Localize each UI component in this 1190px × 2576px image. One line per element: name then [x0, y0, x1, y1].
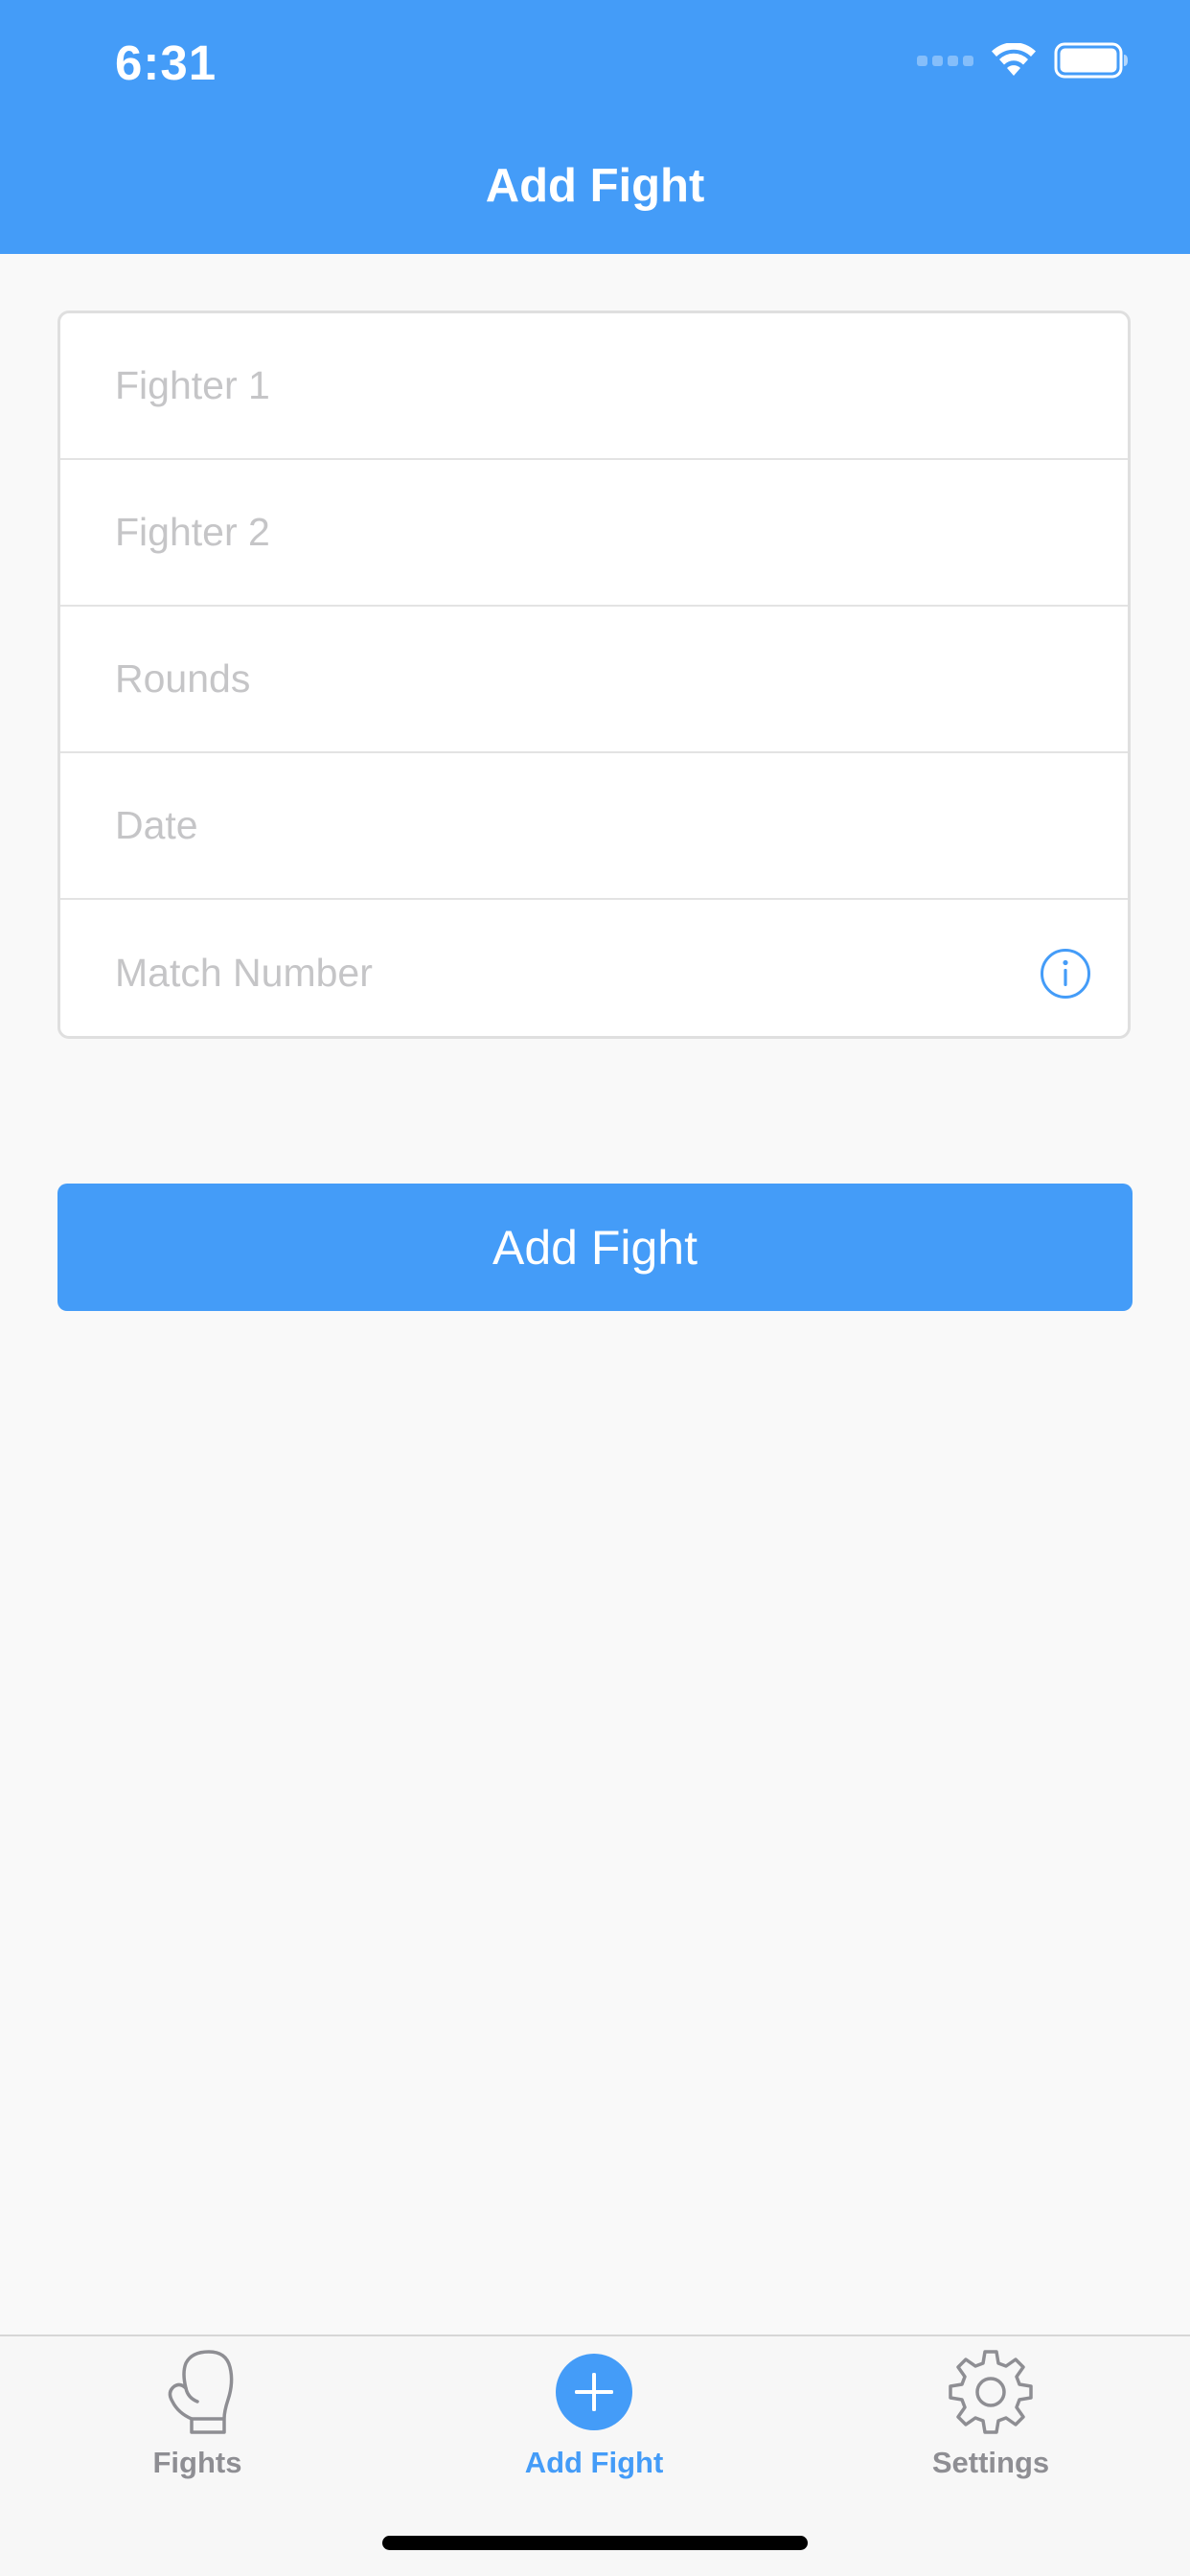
- add-fight-button[interactable]: Add Fight: [57, 1184, 1133, 1311]
- tab-label-settings: Settings: [931, 2446, 1050, 2479]
- status-time: 6:31: [115, 35, 217, 90]
- form-row-date: [60, 753, 1128, 900]
- wifi-icon: [992, 43, 1036, 76]
- tab-settings[interactable]: Settings: [847, 2336, 1134, 2499]
- tab-label-fights: Fights: [152, 2446, 242, 2479]
- match-number-input[interactable]: [115, 900, 1016, 1036]
- gear-icon: [949, 2350, 1033, 2434]
- tab-label-add-fight: Add Fight: [524, 2446, 664, 2479]
- fighter-1-input[interactable]: [115, 313, 1016, 458]
- form-row-match-number: [60, 900, 1128, 1036]
- rounds-input[interactable]: [115, 607, 1016, 751]
- home-indicator[interactable]: [382, 2536, 808, 2550]
- date-input[interactable]: [115, 753, 1016, 898]
- page-title: Add Fight: [485, 160, 705, 212]
- battery-icon: [1054, 42, 1128, 79]
- boxing-glove-icon: [168, 2350, 234, 2434]
- tab-fights[interactable]: Fights: [54, 2336, 341, 2499]
- cellular-signal-icon: [917, 55, 973, 66]
- info-icon[interactable]: [1040, 948, 1091, 1000]
- form-row-fighter-1: [60, 313, 1128, 460]
- form-row-rounds: [60, 607, 1128, 753]
- status-indicators: [917, 42, 1129, 79]
- tab-add-fight[interactable]: Add Fight: [450, 2336, 738, 2499]
- form-row-fighter-2: [60, 460, 1128, 607]
- plus-circle-icon: [556, 2354, 632, 2430]
- fight-form: [57, 310, 1131, 1039]
- header-bar: 6:31 Add Fight: [0, 0, 1190, 254]
- fighter-2-input[interactable]: [115, 460, 1016, 605]
